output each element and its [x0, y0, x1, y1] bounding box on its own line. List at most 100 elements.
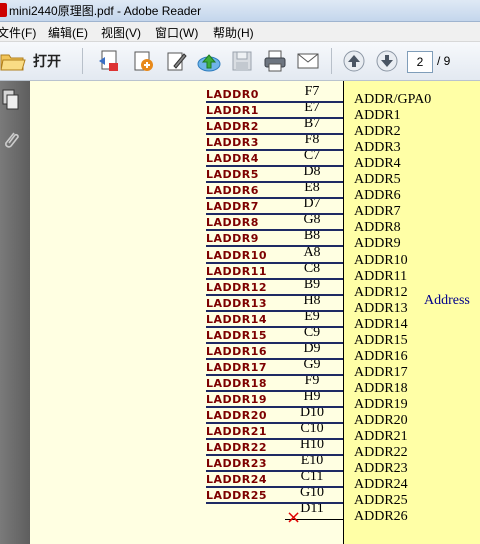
menu-file[interactable]: 文件(F) — [0, 24, 36, 41]
net-label: LADDR11 — [206, 264, 268, 278]
pin-label: ADDR3 — [354, 140, 401, 156]
menu-view[interactable]: 视图(V) — [101, 24, 141, 41]
net-wire — [206, 149, 343, 152]
net-wire — [206, 454, 343, 457]
email-icon[interactable] — [296, 49, 320, 73]
print-icon[interactable] — [263, 49, 287, 73]
title-bar: mini2440原理图.pdf - Adobe Reader — [0, 0, 480, 22]
menu-window[interactable]: 窗口(W) — [155, 24, 198, 41]
net-wire — [206, 438, 343, 441]
pin-label: ADDR18 — [354, 380, 408, 396]
net-label: LADDR13 — [206, 296, 268, 310]
net-label: LADDR8 — [206, 216, 259, 230]
net-label: LADDR10 — [206, 248, 268, 262]
net-label: LADDR1 — [206, 104, 259, 118]
net-wire — [206, 197, 343, 200]
net-wire — [206, 389, 343, 392]
net-wire — [206, 470, 343, 473]
net-label: LADDR17 — [206, 360, 268, 374]
pin-label: ADDR24 — [354, 477, 408, 493]
net-label: LADDR14 — [206, 312, 268, 326]
net-wire — [206, 325, 343, 328]
net-wire — [206, 245, 343, 248]
toolbar-separator — [82, 48, 83, 74]
adobe-reader-icon — [0, 3, 7, 17]
net-label: LADDR0 — [206, 88, 259, 101]
pin-label: ADDR21 — [354, 429, 408, 445]
net-label: LADDR18 — [206, 376, 268, 390]
folder-open-icon[interactable] — [0, 49, 26, 73]
attachments-icon[interactable] — [2, 129, 20, 151]
pin-label: ADDR17 — [354, 364, 408, 380]
net-wire — [206, 181, 343, 184]
pin-label: ADDR16 — [354, 348, 408, 364]
net-wire — [206, 422, 343, 424]
toolbar: 打开 2 / 9 — [0, 42, 480, 81]
pages-icon[interactable] — [2, 89, 20, 111]
window-title: mini2440原理图.pdf - Adobe Reader — [9, 4, 202, 18]
net-label: LADDR7 — [206, 200, 259, 214]
pin-label: ADDR22 — [354, 445, 408, 461]
page-total: / 9 — [437, 54, 451, 68]
next-page-icon[interactable] — [375, 49, 399, 73]
net-wire — [206, 277, 343, 280]
sign-icon[interactable] — [165, 49, 189, 73]
net-wire — [206, 309, 343, 312]
pin-label: ADDR10 — [354, 252, 408, 268]
save-icon[interactable] — [230, 49, 254, 73]
pin-label: ADDR12 — [354, 284, 408, 300]
net-wire — [206, 293, 343, 296]
upload-icon[interactable] — [197, 49, 221, 73]
net-label: LADDR3 — [206, 136, 259, 150]
net-wire — [206, 165, 343, 168]
net-label: LADDR19 — [206, 392, 268, 406]
attach-icon[interactable] — [131, 49, 155, 73]
net-label: LADDR21 — [206, 425, 268, 439]
net-label: LADDR2 — [206, 120, 259, 134]
page-number-input[interactable]: 2 — [407, 51, 433, 73]
pin-label: ADDR23 — [354, 461, 408, 477]
create-pdf-icon[interactable] — [97, 49, 121, 73]
net-label: LADDR12 — [206, 280, 268, 294]
net-wire — [206, 502, 343, 505]
net-wire — [206, 133, 343, 136]
net-wire — [206, 261, 343, 264]
pin-label: ADDR13 — [354, 300, 408, 316]
net-wire — [206, 117, 343, 120]
net-wire — [206, 101, 343, 103]
pin-label: ADDR1 — [354, 108, 401, 124]
pin-label: ADDR19 — [354, 396, 408, 412]
pin-label: ADDR20 — [354, 413, 408, 428]
net-label: LADDR25 — [206, 489, 268, 503]
pin-label: ADDR15 — [354, 332, 408, 348]
net-label: LADDR9 — [206, 232, 259, 246]
pin-label: ADDR8 — [354, 220, 401, 236]
document-page[interactable]: ADDR/GPA0 ADDR1 ADDR2 ADDR3 ADDR4 ADDR5 ADDR6 A… — [30, 81, 480, 544]
prev-page-icon[interactable] — [342, 49, 366, 73]
net-wire — [206, 357, 343, 360]
net-label: LADDR16 — [206, 344, 268, 358]
pin-label: ADDR4 — [354, 156, 401, 172]
navigation-pane — [0, 81, 30, 544]
menu-bar: 文件(F) 编辑(E) 视图(V) 窗口(W) 帮助(H) — [0, 22, 480, 42]
pin-label: ADDR7 — [354, 204, 401, 220]
open-button[interactable]: 打开 — [33, 51, 61, 71]
pin-label: ADDR14 — [354, 316, 408, 332]
net-wire — [206, 213, 343, 216]
net-label: LADDR5 — [206, 168, 259, 182]
menu-help[interactable]: 帮助(H) — [213, 24, 254, 41]
pin-label: ADDR6 — [354, 188, 401, 204]
ball-number: F7 — [304, 84, 320, 99]
component-name: Address — [424, 293, 470, 308]
net-label: LADDR24 — [206, 473, 268, 487]
net-label: LADDR20 — [206, 409, 268, 422]
net-wire — [206, 341, 343, 344]
net-label: LADDR6 — [206, 184, 259, 198]
net-label: LADDR22 — [206, 441, 268, 455]
pin-label: ADDR/GPA0 — [354, 92, 432, 107]
pin-label: ADDR11 — [354, 268, 408, 284]
toolbar-separator — [331, 48, 332, 74]
menu-edit[interactable]: 编辑(E) — [48, 24, 88, 41]
no-connect-mark: × — [286, 507, 302, 528]
net-wire — [206, 373, 343, 376]
